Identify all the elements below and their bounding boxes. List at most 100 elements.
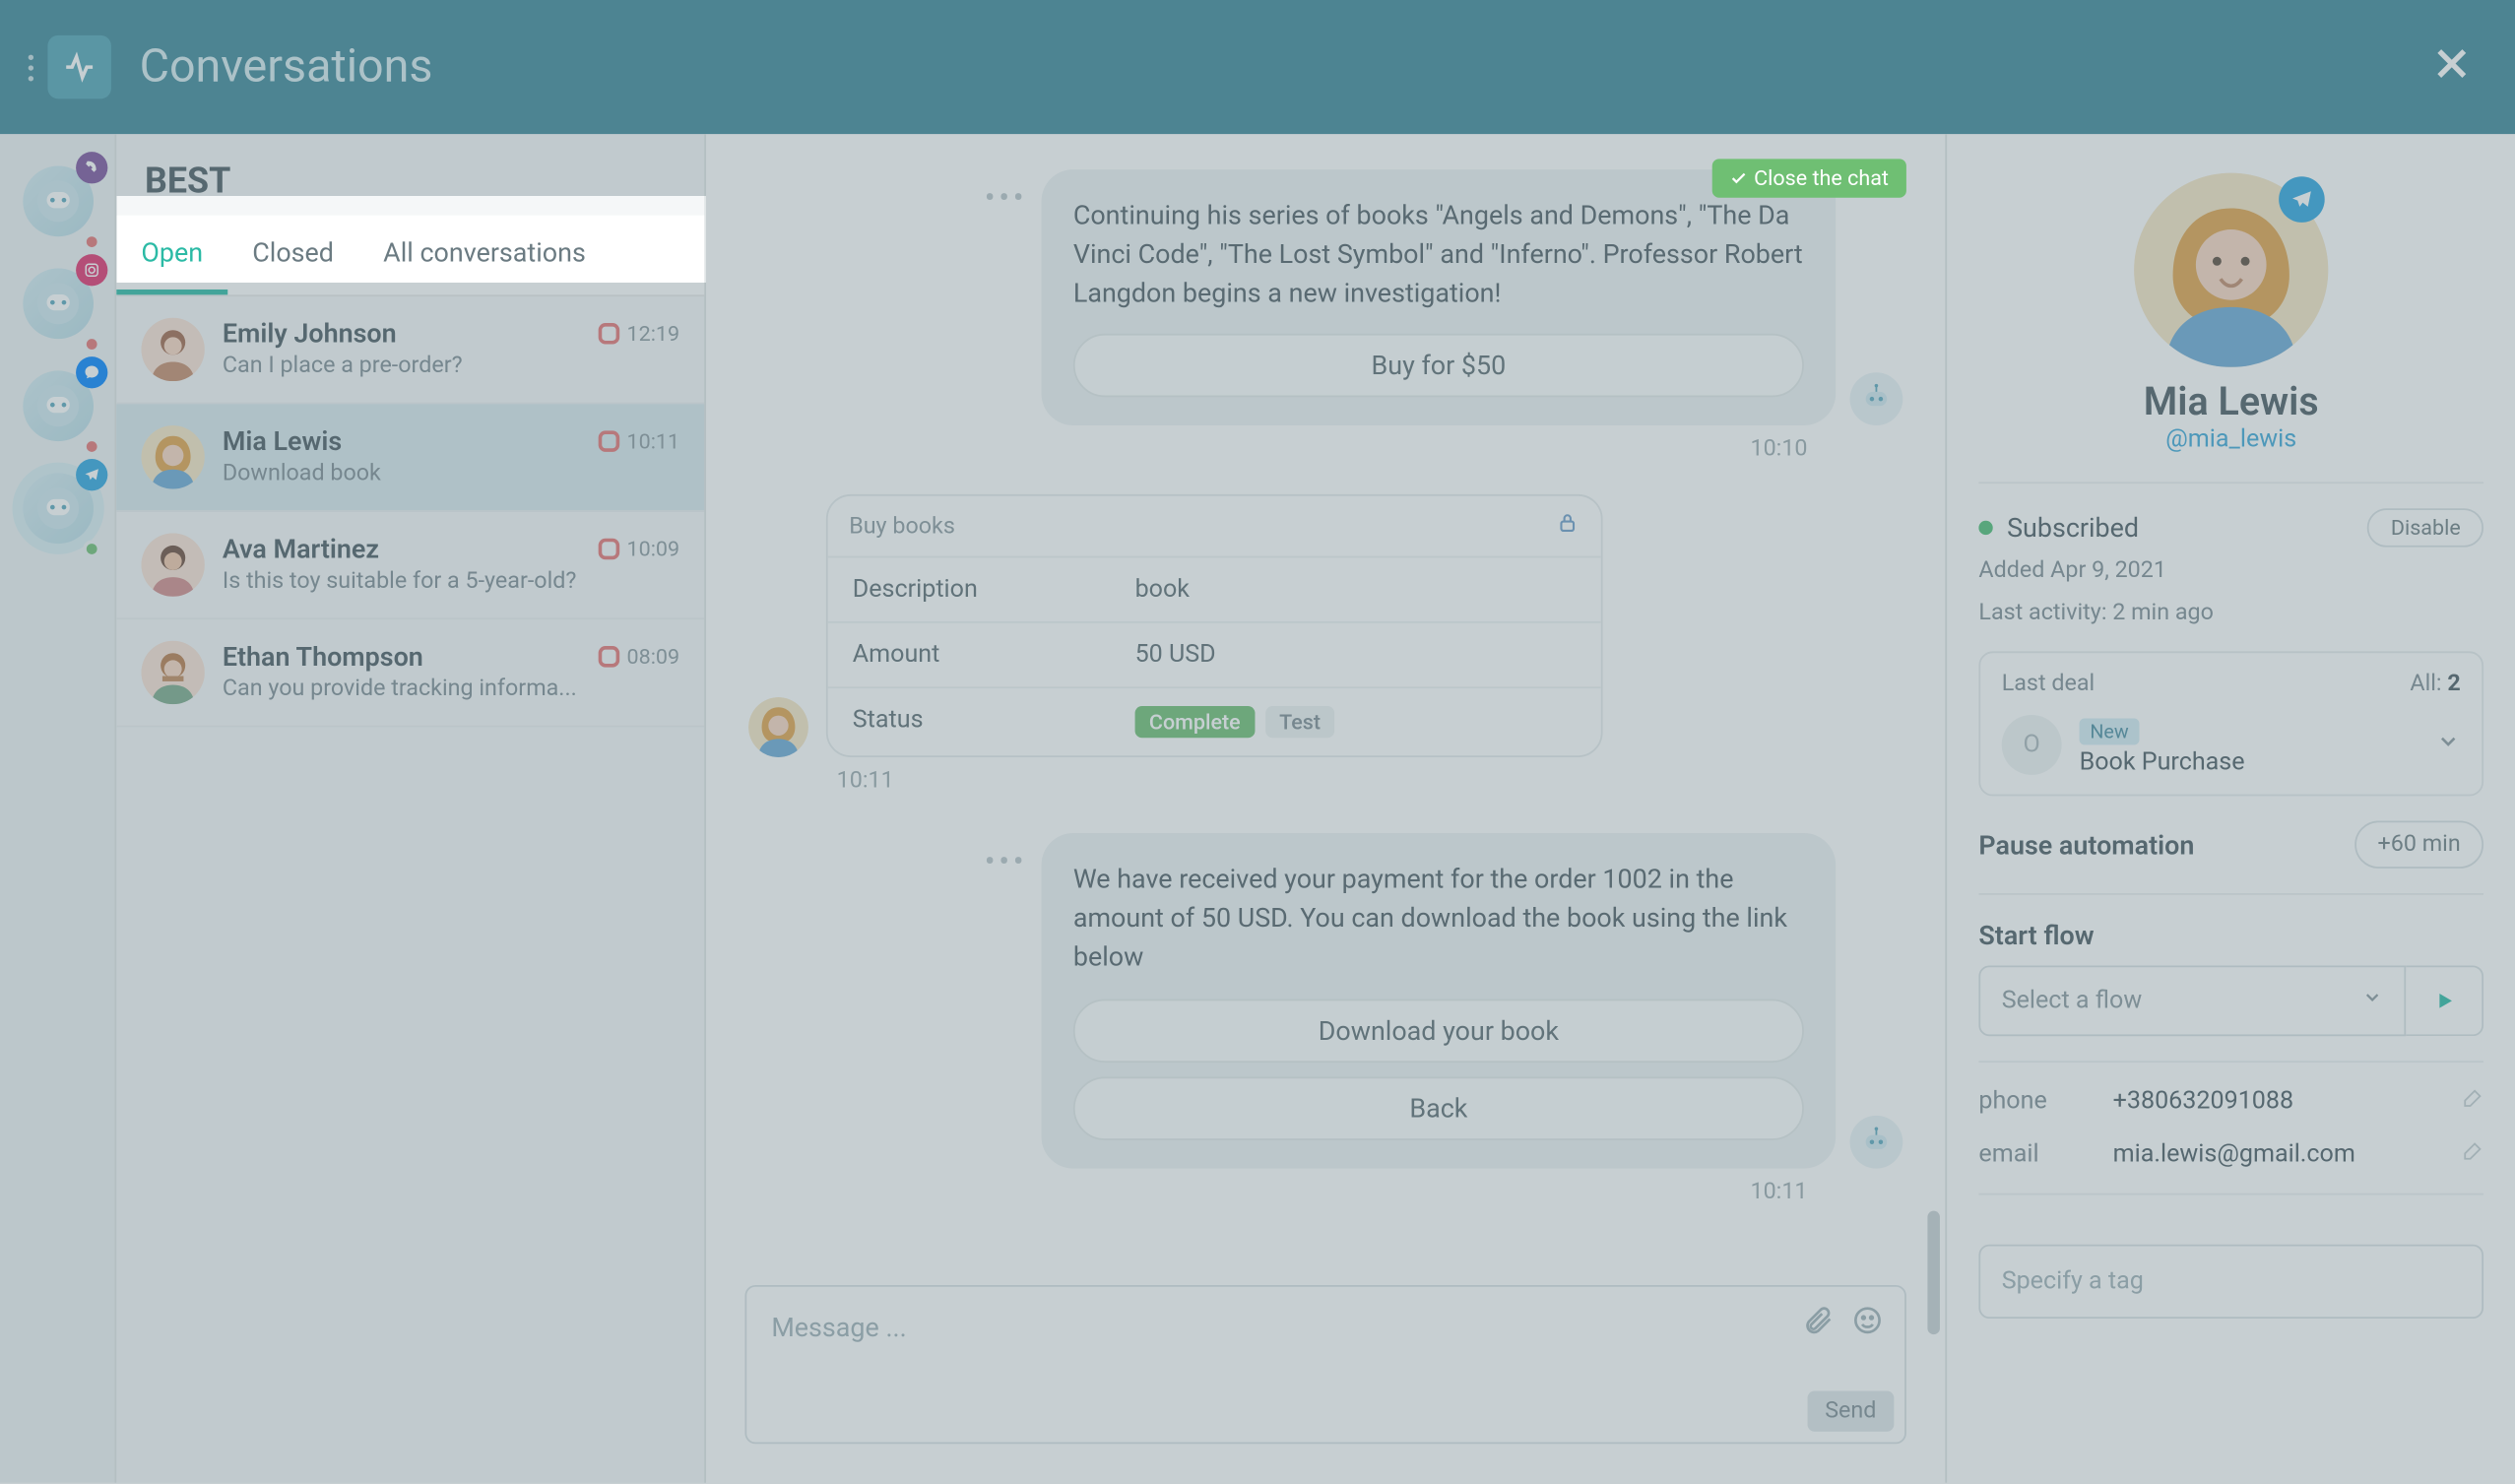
- profile-panel: Mia Lewis @mia_lewis Subscribed Disable …: [1947, 134, 2515, 1482]
- conv-name: Ethan Thompson: [223, 641, 423, 673]
- bot-message: ••• Continuing his series of books "Ange…: [748, 169, 1902, 425]
- close-chat-button[interactable]: Close the chat: [1711, 159, 1906, 197]
- message-text: Continuing his series of books "Angels a…: [1073, 198, 1804, 313]
- telegram-icon: [75, 459, 106, 490]
- conv-time: 10:11: [599, 429, 679, 454]
- status-test: Test: [1265, 706, 1335, 738]
- deal-icon: O: [2002, 714, 2062, 774]
- chevron-down-icon: [2361, 987, 2383, 1015]
- send-button[interactable]: Send: [1807, 1390, 1894, 1431]
- tab-closed[interactable]: Closed: [227, 216, 358, 295]
- phone-value: +380632091088: [2113, 1087, 2463, 1116]
- avatar: [748, 697, 808, 757]
- message-time: 10:11: [837, 768, 1903, 795]
- drag-handle-icon[interactable]: [29, 54, 33, 81]
- edit-icon[interactable]: [2463, 1087, 2484, 1116]
- back-button[interactable]: Back: [1073, 1076, 1804, 1140]
- status-complete: Complete: [1135, 706, 1255, 738]
- rail-channel-instagram[interactable]: [12, 258, 103, 350]
- conversation-item[interactable]: Ava Martinez 10:09 Is this toy suitable f…: [116, 512, 704, 619]
- pause-60-button[interactable]: +60 min: [2354, 821, 2483, 869]
- unread-dot: [82, 336, 99, 354]
- rail-channel-viber[interactable]: [12, 156, 103, 247]
- subscribed-label: Subscribed: [2007, 512, 2139, 544]
- channel-rail: [0, 134, 116, 1482]
- telegram-icon: [2279, 176, 2325, 223]
- page-title: Conversations: [140, 40, 433, 94]
- scrollbar-thumb[interactable]: [1927, 1211, 1940, 1334]
- message-text: We have received your payment for the or…: [1073, 862, 1804, 977]
- download-button[interactable]: Download your book: [1073, 999, 1804, 1063]
- conversation-item[interactable]: Emily Johnson 12:19 Can I place a pre-ord…: [116, 296, 704, 404]
- email-value: mia.lewis@gmail.com: [2113, 1140, 2463, 1169]
- unread-dot: [82, 233, 99, 251]
- conv-preview: Download book: [223, 461, 679, 487]
- message-menu-icon[interactable]: •••: [985, 169, 1027, 217]
- conversation-item[interactable]: Mia Lewis 10:11 Download book: [116, 404, 704, 511]
- viber-icon: [75, 152, 106, 183]
- conv-name: Emily Johnson: [223, 318, 397, 350]
- flow-select[interactable]: Select a flow: [1978, 965, 2406, 1036]
- filter-tabs: Open Closed All conversations: [116, 216, 704, 296]
- conv-time: 10:09: [599, 537, 679, 561]
- deal-name: Book Purchase: [2080, 748, 2418, 777]
- tab-all[interactable]: All conversations: [358, 216, 611, 295]
- bot-message: ••• We have received your payment for th…: [748, 834, 1902, 1168]
- buy-button[interactable]: Buy for $50: [1073, 334, 1804, 398]
- last-activity: Last activity: 2 min ago: [1978, 596, 2483, 630]
- emoji-icon[interactable]: [1851, 1305, 1883, 1343]
- conv-time: 12:19: [599, 321, 679, 346]
- tab-open[interactable]: Open: [116, 216, 227, 295]
- conv-time: 08:09: [599, 644, 679, 669]
- conv-name: Mia Lewis: [223, 425, 342, 457]
- app-logo: [47, 35, 111, 99]
- conv-name: Ava Martinez: [223, 533, 379, 564]
- profile-handle[interactable]: @mia_lewis: [1978, 425, 2483, 454]
- avatar: [141, 641, 205, 705]
- deal-status-badge: New: [2080, 719, 2140, 745]
- online-dot: [82, 541, 99, 558]
- pause-label: Pause automation: [1978, 829, 2194, 861]
- app-root: Conversations: [0, 0, 2515, 1483]
- edit-icon[interactable]: [2463, 1140, 2484, 1169]
- conv-preview: Can you provide tracking informa...: [223, 677, 679, 703]
- tag-input[interactable]: [1978, 1245, 2483, 1319]
- composer: Send: [706, 1260, 1945, 1483]
- message-time: 10:10: [748, 436, 1808, 463]
- message-menu-icon[interactable]: •••: [985, 834, 1027, 881]
- list-heading: BEST: [116, 134, 704, 215]
- start-flow-button[interactable]: [2406, 965, 2483, 1036]
- unread-dot: [82, 438, 99, 456]
- avatar: [141, 533, 205, 597]
- avatar: [141, 318, 205, 382]
- start-flow-label: Start flow: [1978, 920, 2483, 951]
- close-button[interactable]: [2417, 29, 2487, 106]
- message-input[interactable]: [746, 1287, 1904, 1400]
- user-message: Buy books Descriptionbook Amount50 USD S…: [748, 494, 1902, 757]
- status-dot: [1978, 521, 1992, 535]
- chevron-down-icon[interactable]: [2436, 728, 2461, 761]
- rail-channel-messenger[interactable]: [12, 360, 103, 452]
- conversation-item[interactable]: Ethan Thompson 08:09 Can you provide trac…: [116, 619, 704, 727]
- profile-name: Mia Lewis: [1978, 381, 2483, 425]
- lock-icon: [1555, 510, 1580, 542]
- instagram-icon: [75, 254, 106, 286]
- chat-panel: Close the chat ••• Continuing his series…: [706, 134, 1947, 1482]
- body: BEST Open Closed All conversations Emily…: [0, 134, 2515, 1482]
- bot-icon: [1850, 1115, 1903, 1168]
- card-title: Buy books: [849, 513, 955, 540]
- avatar: [141, 425, 205, 489]
- bot-icon: [1850, 373, 1903, 426]
- conversation-list: BEST Open Closed All conversations Emily…: [116, 134, 706, 1482]
- disable-button[interactable]: Disable: [2368, 508, 2483, 547]
- messenger-icon: [75, 356, 106, 388]
- conv-preview: Is this toy suitable for a 5-year-old?: [223, 568, 679, 595]
- added-date: Added Apr 9, 2021: [1978, 554, 2483, 589]
- order-card: Buy books Descriptionbook Amount50 USD S…: [826, 494, 1603, 757]
- conv-preview: Can I place a pre-order?: [223, 354, 679, 380]
- message-time: 10:11: [748, 1178, 1808, 1204]
- attachment-icon[interactable]: [1802, 1305, 1834, 1343]
- rail-channel-telegram[interactable]: [12, 463, 103, 554]
- topbar: Conversations: [0, 0, 2515, 134]
- chat-scroll[interactable]: ••• Continuing his series of books "Ange…: [706, 134, 1945, 1260]
